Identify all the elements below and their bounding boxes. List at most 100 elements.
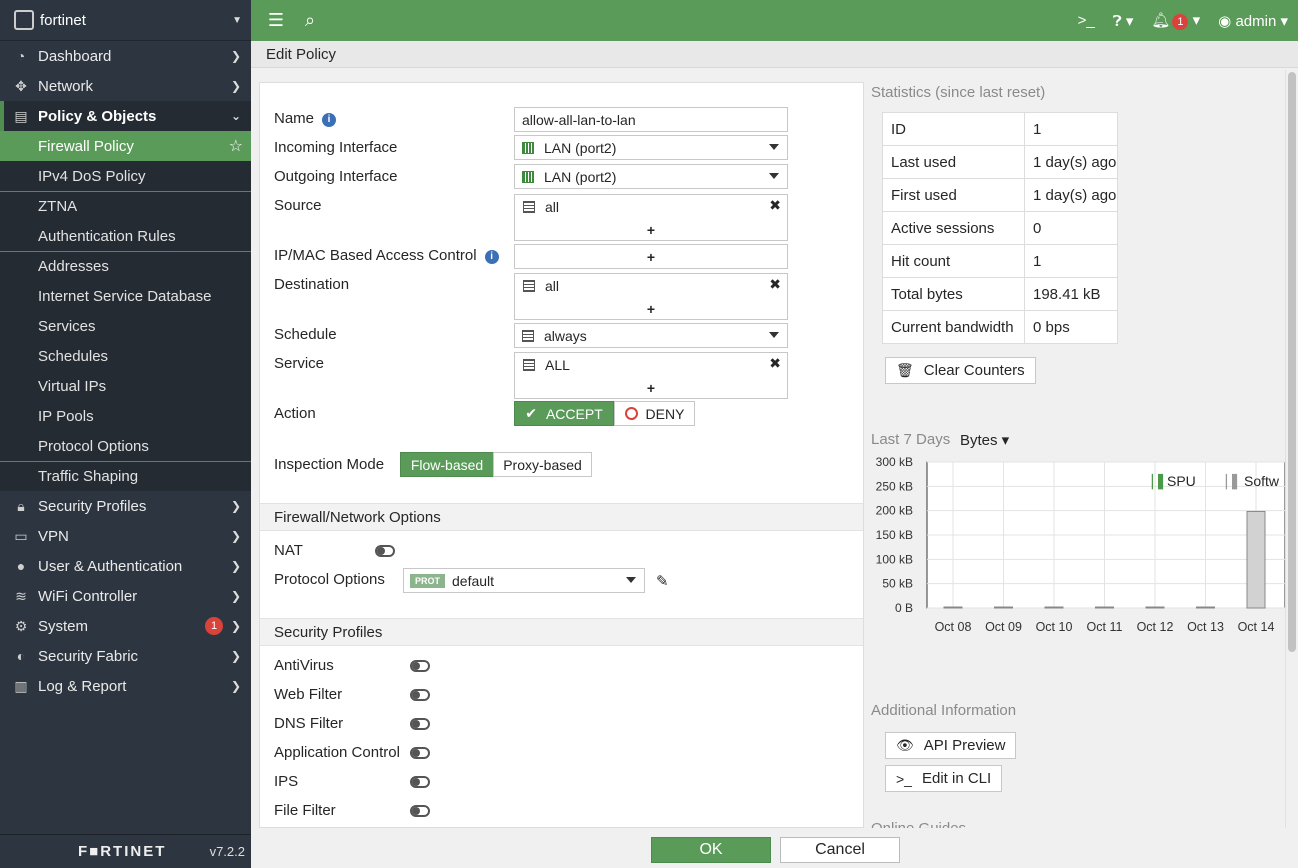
star-icon[interactable]: ☆ [229,136,243,156]
destination-field[interactable]: all ✖ + [514,273,788,320]
sidebar-item-services[interactable]: Services [0,311,251,341]
protocol-options-value: default [452,572,495,589]
sidebar-item-security-profiles[interactable]: 🔒︎ Security Profiles ❯ [0,491,251,521]
wifi-icon: ≋ [15,587,27,604]
sidebar-item-virtual-ips[interactable]: Virtual IPs [0,371,251,401]
sidebar-item-internet-service-database[interactable]: Internet Service Database [0,281,251,311]
destination-entry: all [515,274,787,297]
user-menu[interactable]: ◉ admin ▾ [1218,12,1288,30]
sidebar-item-label: User & Authentication [38,557,183,575]
sidebar-item-label: IP Pools [38,407,94,425]
sidebar-item-wifi-controller[interactable]: ≋ WiFi Controller ❯ [0,581,251,611]
dns-filter-toggle[interactable] [410,718,430,730]
add-entry-button: + [646,248,656,265]
schedule-select[interactable]: always [514,323,788,348]
lock-icon: 🔒︎ [17,497,25,514]
laptop-icon: ▭ [14,527,28,544]
web-filter-toggle[interactable] [410,689,430,701]
sidebar-item-label: Log & Report [38,677,127,695]
remove-icon[interactable]: ✖ [769,355,781,372]
interface-icon [522,141,534,154]
application-control-toggle[interactable] [410,747,430,759]
cli-console-icon[interactable]: >_ [1078,12,1095,29]
application-control-label: Application Control [274,744,400,761]
cli-icon: >_ [896,770,912,787]
accept-button[interactable]: ✔ ACCEPT [514,401,614,426]
deny-icon [624,407,638,420]
ipmac-label: IP/MAC Based Access Control i [274,247,499,264]
sidebar-item-network[interactable]: ✥ Network ❯ [0,71,251,101]
stats-key: Last used [882,145,1025,179]
remove-icon[interactable]: ✖ [769,197,781,214]
ipmac-field[interactable]: + [514,244,788,269]
sidebar-item-firewall-policy[interactable]: Firewall Policy ☆ [0,131,251,161]
info-icon[interactable]: i [484,250,499,264]
statistics-title: Statistics (since last reset) [871,84,1046,101]
add-entry-button[interactable]: + [515,222,787,238]
bar [994,606,1013,609]
api-preview-button[interactable]: 👁︎ API Preview [885,732,1017,759]
clear-counters-button[interactable]: 🗑︎ Clear Counters [885,357,1036,384]
help-icon[interactable]: ❓︎ ▾ [1113,12,1134,30]
trash-icon: 🗑︎ [896,362,914,378]
sidebar-item-ipv4-dos-policy[interactable]: IPv4 DoS Policy [0,161,251,191]
online-guides-link[interactable]: Online Guides [871,820,966,828]
info-icon[interactable]: i [322,113,337,127]
deny-button[interactable]: DENY [614,401,695,426]
legend-label: SPU [1167,473,1196,489]
policy-icon: ▤ [14,107,28,124]
sidebar-item-security-fabric[interactable]: ◐ Security Fabric ❯ [0,641,251,671]
add-entry-button[interactable]: + [515,301,787,317]
hamburger-menu-icon[interactable]: ☰ [263,10,289,31]
scrollbar[interactable] [1285,70,1298,828]
sidebar-item-ztna[interactable]: ZTNA [0,191,251,221]
device-selector[interactable]: fortinet ▼ [0,0,251,41]
metric-dropdown[interactable]: Bytes ▾ [960,431,1009,449]
stats-key: First used [882,178,1025,212]
notifications-button[interactable]: 🔔︎ 1 ▾ [1151,11,1200,30]
bytes-chart: 300 kB 250 kB 200 kB 150 kB 100 kB 50 kB 0 B Oc… [871,455,1286,657]
cancel-button[interactable]: Cancel [780,837,900,863]
incoming-interface-select[interactable]: LAN (port2) [514,135,788,160]
nat-toggle[interactable] [375,545,395,557]
service-field[interactable]: ALL ✖ + [514,352,788,399]
stats-value: 1 [1024,244,1118,278]
dns-filter-label: DNS Filter [274,715,344,732]
service-icon [523,358,535,371]
protocol-options-select[interactable]: PROT default [403,568,645,593]
source-label: Source [274,197,322,214]
sidebar-item-authentication-rules[interactable]: Authentication Rules [0,221,251,251]
sidebar-item-system[interactable]: ⚙ System 1 ❯ [0,611,251,641]
sidebar-item-ip-pools[interactable]: IP Pools [0,401,251,431]
source-field[interactable]: all ✖ + [514,194,788,241]
edit-in-cli-button[interactable]: >_ Edit in CLI [885,765,1003,792]
sidebar-item-user-authentication[interactable]: ● User & Authentication ❯ [0,551,251,581]
sidebar-item-dashboard[interactable]: ◔ Dashboard ❯ [0,41,251,71]
bar [1145,606,1165,609]
scrollbar-thumb[interactable] [1288,72,1296,652]
proxy-based-option[interactable]: Proxy-based [493,452,592,477]
remove-icon[interactable]: ✖ [769,276,781,293]
y-tick-label: 50 kB [882,577,913,591]
name-input[interactable]: allow-all-lan-to-lan [514,107,788,132]
sidebar-item-protocol-options[interactable]: Protocol Options [0,431,251,461]
sidebar-item-traffic-shaping[interactable]: Traffic Shaping [0,461,251,491]
sidebar-item-policy-objects[interactable]: ▤ Policy & Objects ⌄ [0,101,251,131]
x-tick-label: Oct 13 [1187,620,1224,634]
legend-software-icon: ▕▐ [1217,473,1238,490]
ok-button[interactable]: OK [651,837,771,863]
sidebar-item-vpn[interactable]: ▭ VPN ❯ [0,521,251,551]
chevron-down-icon: ▼ [232,14,242,26]
sidebar-item-label: WiFi Controller [38,587,138,605]
file-filter-toggle[interactable] [410,805,430,817]
search-icon[interactable]: ⌕ [297,10,323,31]
outgoing-interface-select[interactable]: LAN (port2) [514,164,788,189]
sidebar-item-schedules[interactable]: Schedules [0,341,251,371]
ips-toggle[interactable] [410,776,430,788]
flow-based-option[interactable]: Flow-based [400,452,494,477]
sidebar-item-addresses[interactable]: Addresses [0,251,251,281]
add-entry-button[interactable]: + [515,380,787,396]
sidebar-item-log-report[interactable]: ▥ Log & Report ❯ [0,671,251,701]
antivirus-toggle[interactable] [410,660,430,672]
edit-pencil-icon[interactable]: ✎ [656,572,669,590]
